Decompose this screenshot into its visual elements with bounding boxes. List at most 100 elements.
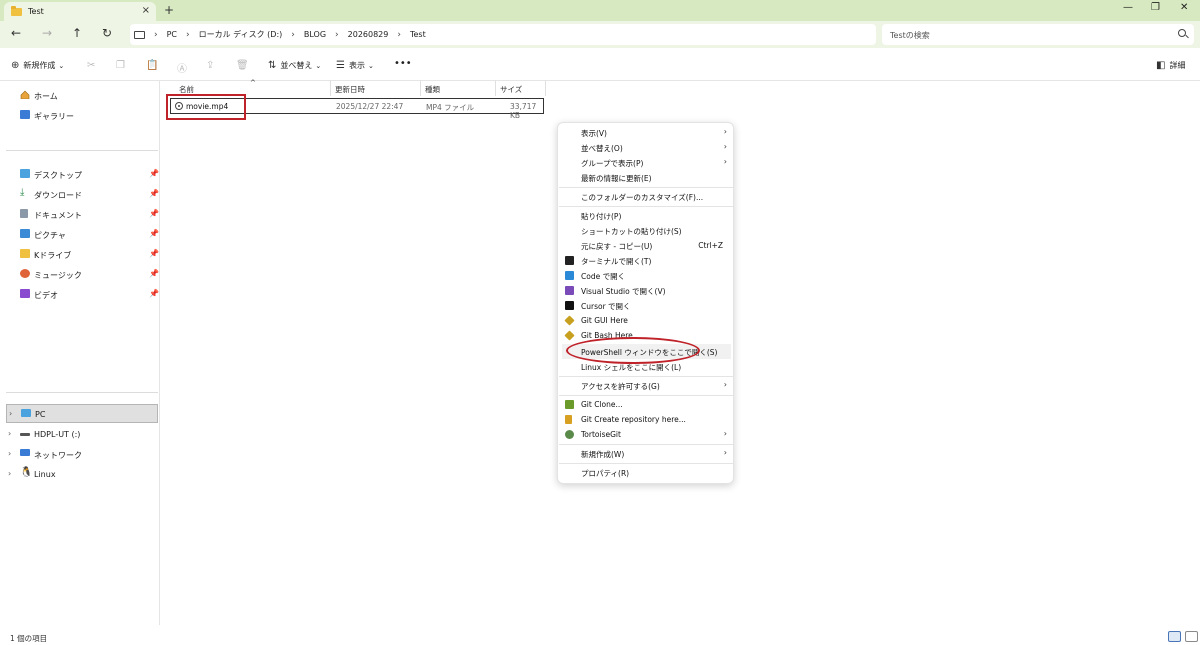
menu-item-git-create-repo[interactable]: Git Create repository here... <box>558 412 735 427</box>
sidebar-item-pc[interactable]: › PC <box>6 404 158 423</box>
column-header-size[interactable]: サイズ <box>500 84 522 95</box>
breadcrumb-local-disk[interactable]: ローカル ディスク (D:) <box>199 29 283 40</box>
breadcrumb-pc[interactable]: PC <box>167 30 177 39</box>
details-pane-button[interactable]: ◧ 詳細 <box>1156 60 1185 71</box>
up-button[interactable]: ↑ <box>72 26 82 40</box>
menu-item-customize-folder[interactable]: このフォルダーのカスタマイズ(F)... <box>558 189 735 204</box>
menu-item-give-access[interactable]: アクセスを許可する(G) › <box>558 378 735 393</box>
menu-item-label: Git Create repository here... <box>581 415 686 424</box>
menu-item-sort[interactable]: 並べ替え(O) › <box>558 140 735 155</box>
sort-ascending-icon: ^ <box>250 79 256 87</box>
pin-icon[interactable]: 📌 <box>149 269 159 278</box>
details-pane-icon: ◧ <box>1156 60 1166 71</box>
menu-item-open-terminal[interactable]: ターミナルで開く(T) <box>558 253 735 268</box>
search-input[interactable]: Testの検索 <box>882 24 1194 45</box>
cut-button[interactable]: ✂ <box>87 60 99 71</box>
column-divider[interactable] <box>545 80 546 96</box>
delete-button[interactable]: 🗑 <box>236 60 253 71</box>
copy-button[interactable]: ❐ <box>116 60 129 71</box>
chevron-right-icon[interactable]: › <box>9 409 12 418</box>
paste-button[interactable]: 📋 <box>146 60 162 71</box>
menu-item-paste[interactable]: 貼り付け(P) <box>558 208 735 223</box>
menu-item-label: Git Clone... <box>581 400 623 409</box>
sidebar-item-gallery[interactable]: ギャラリー <box>0 106 158 124</box>
sidebar-item-k-drive[interactable]: Kドライブ 📌 <box>0 245 159 263</box>
new-button[interactable]: ⊕ 新規作成 ⌄ <box>11 60 64 71</box>
sidebar-item-downloads[interactable]: ⤓ ダウンロード 📌 <box>0 185 159 203</box>
sidebar-item-linux[interactable]: › 🐧 Linux <box>0 465 158 483</box>
tab-test[interactable]: Test × <box>4 2 156 21</box>
sort-button[interactable]: ⇅ 並べ替え ⌄ <box>268 60 321 71</box>
menu-item-open-visual-studio[interactable]: Visual Studio で開く(V) <box>558 283 735 298</box>
menu-item-open-cursor[interactable]: Cursor で開く <box>558 298 735 313</box>
maximize-button[interactable]: ❐ <box>1151 2 1160 13</box>
column-divider[interactable] <box>330 80 331 96</box>
column-header-type[interactable]: 種類 <box>425 84 440 95</box>
drive-icon <box>20 433 30 436</box>
chevron-right-icon[interactable]: › <box>8 449 11 458</box>
menu-item-group-by[interactable]: グループで表示(P) › <box>558 155 735 170</box>
folder-icon <box>20 249 30 258</box>
sidebar-item-documents[interactable]: ドキュメント 📌 <box>0 205 159 223</box>
breadcrumb-date-folder[interactable]: 20260829 <box>348 30 389 39</box>
menu-item-label: Code で開く <box>581 272 626 281</box>
sidebar-item-desktop[interactable]: デスクトップ 📌 <box>0 165 159 183</box>
pin-icon[interactable]: 📌 <box>149 169 159 178</box>
pin-icon[interactable]: 📌 <box>149 229 159 238</box>
menu-item-refresh[interactable]: 最新の情報に更新(E) <box>558 170 735 185</box>
address-bar[interactable]: › PC › ローカル ディスク (D:) › BLOG › 20260829 … <box>130 24 876 45</box>
menu-item-paste-shortcut[interactable]: ショートカットの貼り付け(S) <box>558 223 735 238</box>
chevron-down-icon: ⌄ <box>58 61 65 70</box>
sidebar-item-hdpl-drive[interactable]: › HDPL-UT (:) <box>0 425 158 443</box>
details-view-button[interactable] <box>1168 631 1181 642</box>
new-tab-button[interactable]: + <box>164 3 174 17</box>
sidebar-item-network[interactable]: › ネットワーク <box>0 445 158 463</box>
navigation-pane: ホーム ギャラリー デスクトップ 📌 ⤓ ダウンロード 📌 ドキュメント 📌 ピ… <box>0 81 160 625</box>
menu-item-properties[interactable]: プロパティ(R) <box>558 465 735 480</box>
menu-item-new[interactable]: 新規作成(W) › <box>558 446 735 461</box>
menu-item-undo-copy[interactable]: 元に戻す - コピー(U) Ctrl+Z <box>558 238 735 253</box>
visual-studio-icon <box>565 286 574 295</box>
forward-button[interactable]: → <box>42 26 52 40</box>
search-icon <box>1178 29 1186 37</box>
tab-close-icon[interactable]: × <box>142 5 150 16</box>
download-icon: ⤓ <box>20 187 25 198</box>
cut-icon: ✂ <box>87 60 96 71</box>
pin-icon[interactable]: 📌 <box>149 189 159 198</box>
pictures-icon <box>20 229 30 238</box>
chevron-right-icon[interactable]: › <box>8 469 11 478</box>
terminal-icon <box>565 256 574 265</box>
pin-icon[interactable]: 📌 <box>149 249 159 258</box>
sidebar-item-home[interactable]: ホーム <box>0 86 158 104</box>
refresh-button[interactable]: ↻ <box>102 26 112 40</box>
sidebar-item-music[interactable]: ミュージック 📌 <box>0 265 159 283</box>
close-window-button[interactable]: ✕ <box>1180 2 1188 13</box>
pin-icon[interactable]: 📌 <box>149 289 159 298</box>
sidebar-item-videos[interactable]: ビデオ 📌 <box>0 285 159 303</box>
address-row: ← → ↑ ↻ › PC › ローカル ディスク (D:) › BLOG › 2… <box>0 21 1200 48</box>
menu-item-view[interactable]: 表示(V) › <box>558 125 735 140</box>
breadcrumb-test[interactable]: Test <box>410 30 426 39</box>
view-button[interactable]: ☰ 表示 ⌄ <box>336 60 374 71</box>
menu-item-git-gui[interactable]: Git GUI Here <box>558 313 735 328</box>
sidebar-item-label: ギャラリー <box>34 112 74 121</box>
more-options-button[interactable]: ••• <box>394 58 412 69</box>
column-divider[interactable] <box>495 80 496 96</box>
minimize-button[interactable]: — <box>1123 2 1133 13</box>
sidebar-item-label: ミュージック <box>34 271 82 280</box>
back-button[interactable]: ← <box>11 26 21 40</box>
large-icons-view-button[interactable] <box>1185 631 1198 642</box>
menu-item-open-vscode[interactable]: Code で開く <box>558 268 735 283</box>
sidebar-item-pictures[interactable]: ピクチャ 📌 <box>0 225 159 243</box>
status-item-count: 1 個の項目 <box>10 634 48 643</box>
pin-icon[interactable]: 📌 <box>149 209 159 218</box>
menu-item-tortoisegit[interactable]: TortoiseGit › <box>558 427 735 442</box>
share-button[interactable]: ⇪ <box>206 60 218 71</box>
column-header-modified[interactable]: 更新日時 <box>335 84 365 95</box>
view-lines-icon: ☰ <box>336 60 345 71</box>
column-divider[interactable] <box>420 80 421 96</box>
chevron-right-icon[interactable]: › <box>8 429 11 438</box>
breadcrumb-blog[interactable]: BLOG <box>304 30 326 39</box>
menu-item-git-clone[interactable]: Git Clone... <box>558 397 735 412</box>
rename-button[interactable]: Ⓐ <box>177 60 191 75</box>
